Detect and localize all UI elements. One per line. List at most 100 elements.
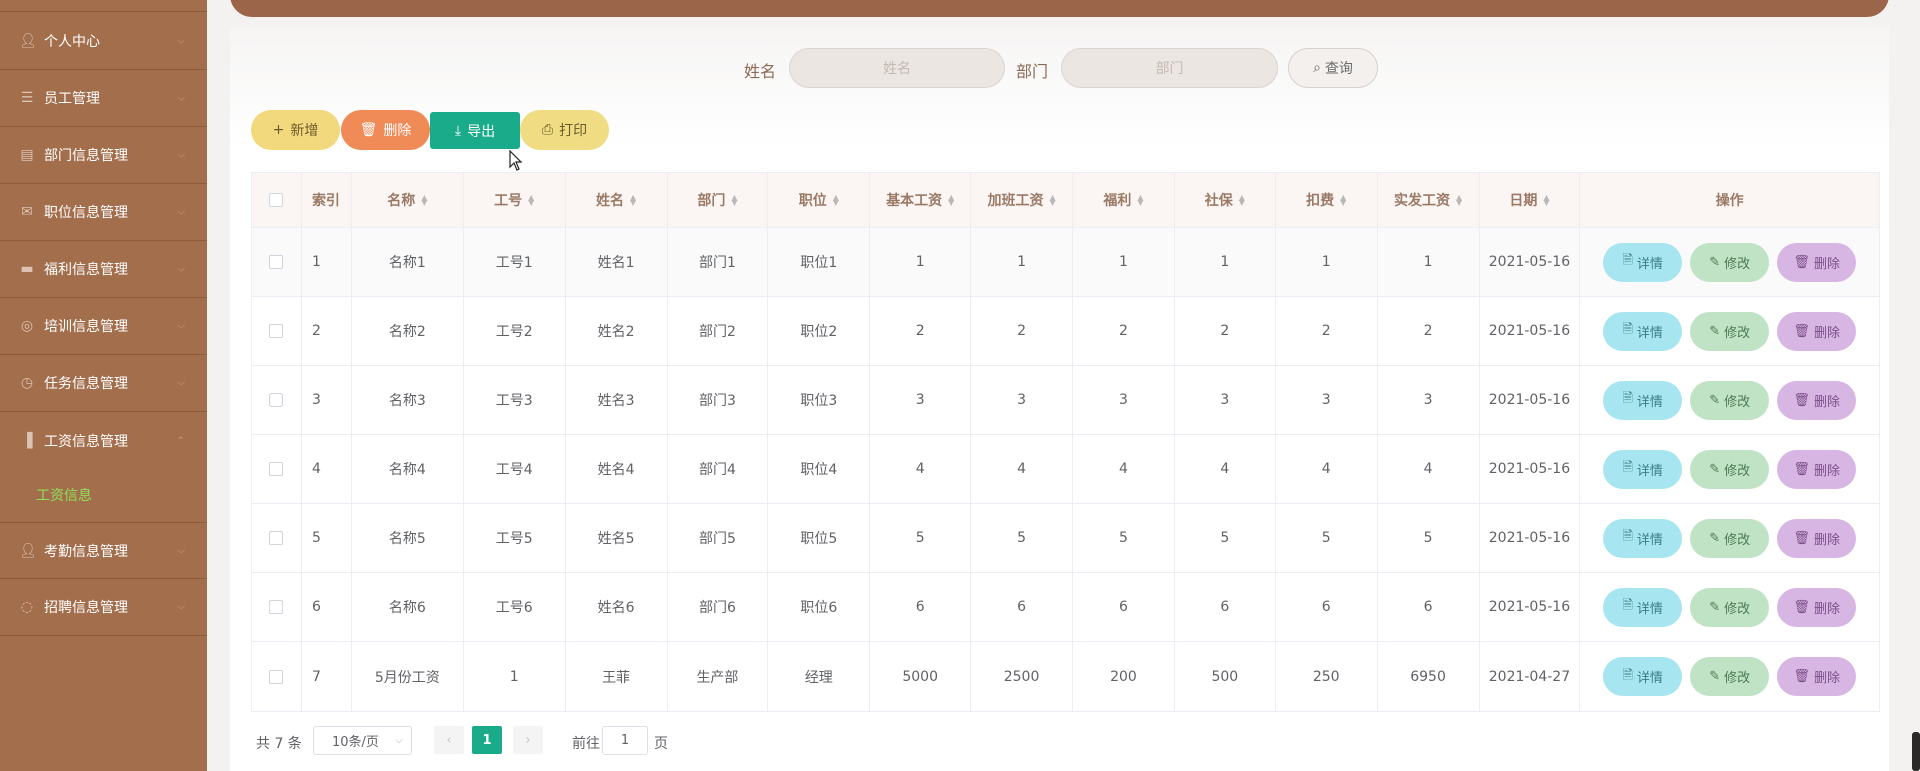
sort-caret-icon[interactable]: ▲ ▼	[630, 194, 636, 207]
edit-button[interactable]: ✎ 修改	[1690, 657, 1770, 696]
table-row: 1 名称1 工号1 姓名1 部门1 职位1 1 1 1 1 1 1 2021-05-16 🗎︎ 详情 ✎ 修改 🗑…	[252, 228, 1879, 297]
detail-button-label: 详情	[1636, 256, 1663, 272]
detail-button[interactable]: 🗎︎ 详情	[1603, 449, 1683, 489]
detail-button-label: 详情	[1636, 671, 1663, 686]
table-cell-value: 2	[1423, 323, 1433, 339]
table-header-cell[interactable]: 福利 ▲ ▼	[1073, 173, 1175, 227]
export-button[interactable]: ⤓ 导出	[430, 112, 520, 149]
table-cell: 5	[870, 504, 972, 572]
name-search-input[interactable]: 姓名	[789, 48, 1005, 88]
sidebar-subitem-salary-info[interactable]: 工资信息	[0, 470, 207, 520]
delete-button[interactable]: 🗑︎ 删除	[1777, 311, 1857, 351]
detail-button[interactable]: 🗎︎ 详情	[1603, 311, 1683, 351]
delete-button[interactable]: 🗑︎ 删除	[1777, 242, 1857, 282]
row-checkbox[interactable]	[269, 669, 284, 684]
edit-button[interactable]: ✎ 修改	[1690, 311, 1770, 351]
detail-button[interactable]: 🗎︎ 详情	[1603, 242, 1683, 282]
table-header-cell[interactable]: 基本工资 ▲ ▼	[870, 173, 972, 227]
table-cell-value: 5月份工资	[374, 669, 440, 686]
table-cell: 工号6	[464, 573, 566, 641]
page-size-select[interactable]: 10条/页 ⌵	[313, 726, 412, 755]
edit-button[interactable]: ✎ 修改	[1690, 587, 1770, 627]
scrollbar-thumb[interactable]	[1912, 732, 1920, 771]
table-header-cell[interactable]: 姓名 ▲ ▼	[566, 173, 668, 227]
row-checkbox[interactable]	[269, 324, 284, 338]
next-page-button[interactable]: ›	[513, 726, 543, 754]
detail-button[interactable]: 🗎︎ 详情	[1603, 518, 1683, 558]
sidebar-item-attendance[interactable]: 👤︎ 考勤信息管理 ⌵	[0, 522, 207, 579]
sort-caret-icon[interactable]: ▲ ▼	[421, 194, 427, 207]
edit-button[interactable]: ✎ 修改	[1690, 242, 1770, 282]
name-search-placeholder: 姓名	[883, 61, 911, 77]
row-actions-cell: 🗎︎ 详情 ✎ 修改 🗑︎ 删除	[1580, 642, 1879, 711]
batch-delete-button[interactable]: 🗑︎ 删除	[341, 110, 430, 150]
row-checkbox[interactable]	[269, 531, 284, 545]
table-header-cell[interactable]: 实发工资 ▲ ▼	[1378, 173, 1480, 227]
sort-caret-icon[interactable]: ▲ ▼	[948, 194, 954, 207]
sort-caret-icon[interactable]: ▲ ▼	[528, 194, 534, 207]
detail-button[interactable]: 🗎︎ 详情	[1603, 587, 1683, 627]
row-checkbox[interactable]	[269, 393, 284, 407]
detail-button[interactable]: 🗎︎ 详情	[1603, 657, 1683, 696]
sort-caret-icon[interactable]: ▲ ▼	[731, 194, 737, 207]
sidebar-item-welfare[interactable]: ▬ 福利信息管理 ⌵	[0, 241, 207, 298]
edit-button[interactable]: ✎ 修改	[1690, 449, 1770, 489]
sidebar-item-training[interactable]: ◎ 培训信息管理 ⌵	[0, 298, 207, 355]
trash-icon: 🗑︎	[1793, 392, 1810, 408]
delete-button[interactable]: 🗑︎ 删除	[1777, 449, 1857, 489]
table-cell-value: 名称4	[388, 462, 426, 478]
sidebar-item-employee[interactable]: ☰ 员工管理 ⌵	[0, 70, 207, 127]
table-header-cell[interactable]: 工号 ▲ ▼	[464, 173, 566, 227]
table-header-cell[interactable]: 社保 ▲ ▼	[1175, 173, 1276, 227]
sort-caret-icon[interactable]: ▲ ▼	[1239, 194, 1245, 207]
table-cell-value: 1	[915, 254, 925, 270]
delete-button[interactable]: 🗑︎ 删除	[1777, 587, 1857, 627]
page-number-current[interactable]: 1	[472, 726, 502, 754]
sort-caret-icon[interactable]: ▲ ▼	[1049, 194, 1055, 207]
sort-caret-icon[interactable]: ▲ ▼	[1456, 194, 1462, 207]
sidebar-item-hidden[interactable]	[0, 0, 207, 12]
sidebar-item-task[interactable]: ◷ 任务信息管理 ⌵	[0, 355, 207, 412]
sidebar-item-recruit[interactable]: ◌ 招聘信息管理 ⌵	[0, 579, 207, 636]
table-header-cell[interactable]: 职位 ▲ ▼	[768, 173, 871, 227]
table-cell-value: 6	[1423, 599, 1433, 615]
chevron-down-icon: ⌵	[177, 263, 185, 275]
table-header-cell[interactable]: 名称 ▲ ▼	[352, 173, 464, 227]
edit-button[interactable]: ✎ 修改	[1690, 380, 1770, 420]
table-header-cell[interactable]: 日期 ▲ ▼	[1480, 173, 1581, 227]
print-button[interactable]: ⎙ 打印	[520, 110, 609, 150]
table-cell: 名称3	[352, 366, 464, 434]
detail-button[interactable]: 🗎︎ 详情	[1603, 380, 1683, 420]
delete-button[interactable]: 🗑︎ 删除	[1777, 380, 1857, 420]
sort-caret-icon[interactable]: ▲ ▼	[833, 194, 839, 207]
table-cell: 名称1	[352, 228, 464, 296]
goto-page-input[interactable]: 1	[602, 726, 648, 755]
table-header-cell[interactable]: 部门 ▲ ▼	[668, 173, 769, 227]
trash-icon: 🗑︎	[1793, 323, 1810, 339]
sidebar-item-personal-center[interactable]: 👤︎ 个人中心 ⌵	[0, 13, 207, 70]
table-cell-value: 姓名5	[597, 531, 635, 547]
chevron-up-icon: ⌃	[176, 435, 185, 446]
sort-caret-icon[interactable]: ▲ ▼	[1543, 194, 1549, 207]
dept-search-input[interactable]: 部门	[1061, 48, 1278, 88]
sidebar-item-department[interactable]: ▤ 部门信息管理 ⌵	[0, 127, 207, 184]
sidebar-item-position[interactable]: ✉ 职位信息管理 ⌵	[0, 184, 207, 241]
row-checkbox[interactable]	[269, 462, 284, 476]
delete-button[interactable]: 🗑︎ 删除	[1777, 518, 1857, 558]
row-checkbox[interactable]	[269, 600, 284, 614]
row-checkbox[interactable]	[269, 255, 284, 269]
delete-button[interactable]: 🗑︎ 删除	[1777, 657, 1857, 696]
edit-button[interactable]: ✎ 修改	[1690, 518, 1770, 558]
add-button[interactable]: + 新增	[251, 110, 340, 150]
table-cell-value: 2021-05-16	[1488, 461, 1571, 477]
sort-caret-icon[interactable]: ▲ ▼	[1340, 194, 1346, 207]
query-button[interactable]: ⌕ 查询	[1288, 48, 1378, 88]
prev-page-button[interactable]: ‹	[434, 726, 464, 754]
select-all-checkbox[interactable]	[269, 193, 284, 207]
table-cell-value: 2	[1017, 323, 1027, 339]
table-header-cell[interactable]: 扣费 ▲ ▼	[1276, 173, 1378, 227]
sidebar-item-salary[interactable]: ▐ 工资信息管理 ⌃	[0, 412, 207, 469]
table-cell-value: 姓名2	[597, 324, 635, 340]
sort-caret-icon[interactable]: ▲ ▼	[1137, 194, 1143, 207]
table-header-cell[interactable]: 加班工资 ▲ ▼	[971, 173, 1073, 227]
